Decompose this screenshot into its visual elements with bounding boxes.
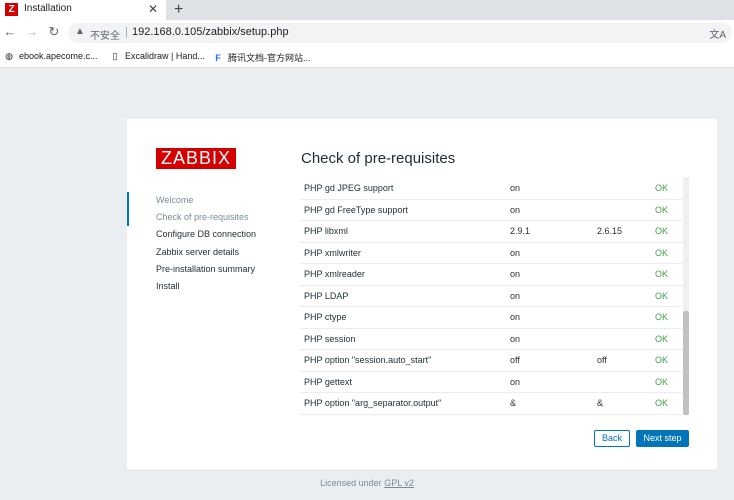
table-row: PHP ctype on OK xyxy=(299,307,689,329)
table-row: PHP gettext on OK xyxy=(299,372,689,393)
step-install: Install xyxy=(156,280,180,291)
next-step-button[interactable]: Next step xyxy=(636,430,689,447)
req-current: off xyxy=(510,355,520,365)
browser-tabstrip: Z Installation ✕ + xyxy=(0,0,734,20)
req-status: OK xyxy=(655,398,669,408)
req-current: on xyxy=(510,183,521,193)
req-name: PHP gd JPEG support xyxy=(304,183,394,193)
bookmark-ebook[interactable]: ◍ ebook.apecome.c... xyxy=(4,51,98,61)
req-status: OK xyxy=(655,355,669,365)
table-row: PHP xmlreader on OK xyxy=(299,264,689,286)
req-current: on xyxy=(510,247,521,258)
req-status: OK xyxy=(655,290,669,301)
bookmark-excalidraw[interactable]: ▯ Excalidraw | Hand... xyxy=(110,51,205,61)
globe-icon: ◍ xyxy=(5,51,13,61)
req-name: PHP libxml xyxy=(304,226,348,236)
req-status: OK xyxy=(655,312,669,322)
req-name: PHP xmlreader xyxy=(304,269,365,279)
tencent-docs-icon: F xyxy=(215,52,221,63)
table-row: PHP session on OK xyxy=(299,329,689,350)
req-name: PHP gettext xyxy=(304,376,352,387)
step-pre-install-summary: Pre-installation summary xyxy=(156,263,256,274)
req-status: OK xyxy=(655,376,669,387)
req-current: on xyxy=(510,269,521,279)
address-separator: | xyxy=(125,26,128,38)
excalidraw-icon: ▯ xyxy=(112,51,118,61)
browser-toolbar: ← → ↻ ▲ 不安全 | 192.168.0.105/zabbix/setup… xyxy=(0,20,734,46)
req-current: 2.9.1 xyxy=(510,226,531,236)
bookmark-label: Excalidraw | Hand... xyxy=(125,51,205,61)
setup-steps: Welcome Check of pre-requisites Configur… xyxy=(127,192,267,295)
req-name: PHP ctype xyxy=(304,312,347,322)
req-name: PHP option "session.auto_start" xyxy=(304,355,432,365)
zabbix-favicon-icon: Z xyxy=(5,3,18,16)
new-tab-icon[interactable]: + xyxy=(174,0,183,20)
bookmarks-bar: ◍ ebook.apecome.c... ▯ Excalidraw | Hand… xyxy=(0,46,734,68)
translate-icon[interactable]: 文A xyxy=(709,26,726,41)
req-current: & xyxy=(510,398,517,408)
table-row: PHP gd FreeType support on OK xyxy=(299,200,689,221)
req-required: 2.6.15 xyxy=(597,226,623,236)
requirements-table[interactable]: PHP gd JPEG support on OK PHP gd FreeTyp… xyxy=(299,178,689,415)
insecure-label[interactable]: 不安全 xyxy=(90,27,120,42)
req-required: off xyxy=(597,355,607,365)
browser-tab[interactable]: Z Installation ✕ xyxy=(0,0,166,20)
table-row: PHP option "arg_separator.output" & & OK xyxy=(299,393,689,415)
req-name: PHP session xyxy=(304,333,356,344)
bookmark-tencent-docs[interactable]: F 腾讯文档-官方网站... xyxy=(213,51,311,64)
page-title: Check of pre-requisites xyxy=(301,150,456,167)
table-row: PHP xmlwriter on OK xyxy=(299,243,689,264)
step-server-details: Zabbix server details xyxy=(156,246,240,257)
back-arrow-icon[interactable]: ← xyxy=(2,24,18,39)
close-tab-icon[interactable]: ✕ xyxy=(148,2,158,16)
table-row: PHP option "session.auto_start" off off … xyxy=(299,350,689,372)
req-status: OK xyxy=(655,183,669,193)
req-current: on xyxy=(510,312,521,322)
req-current: on xyxy=(510,376,521,387)
bookmark-label: 腾讯文档-官方网站... xyxy=(228,53,311,63)
req-status: OK xyxy=(655,247,669,258)
req-current: on xyxy=(510,290,521,301)
req-status: OK xyxy=(655,226,669,236)
req-status: OK xyxy=(655,269,669,279)
req-required: & xyxy=(597,398,604,408)
back-button[interactable]: Back xyxy=(594,430,630,447)
tab-title: Installation xyxy=(24,3,72,14)
reload-icon[interactable]: ↻ xyxy=(46,24,62,40)
forward-arrow-icon[interactable]: → xyxy=(24,24,40,39)
warning-icon[interactable]: ▲ xyxy=(75,26,85,37)
step-check-prerequisites: Check of pre-requisites xyxy=(156,212,249,223)
req-status: OK xyxy=(655,333,669,344)
url-text[interactable]: 192.168.0.105/zabbix/setup.php xyxy=(132,26,289,38)
setup-card: ZABBIX Check of pre-requisites Welcome C… xyxy=(127,119,717,469)
req-status: OK xyxy=(655,204,669,215)
scrollbar-thumb[interactable] xyxy=(683,311,689,415)
table-row: PHP LDAP on OK xyxy=(299,286,689,307)
step-configure-db: Configure DB connection xyxy=(156,229,257,240)
zabbix-logo: ZABBIX xyxy=(156,148,236,169)
table-row: PHP libxml 2.9.1 2.6.15 OK xyxy=(299,221,689,243)
gpl-license-link[interactable]: GPL v2 xyxy=(384,478,414,488)
req-name: PHP gd FreeType support xyxy=(304,204,408,215)
address-bar[interactable]: ▲ 不安全 | 192.168.0.105/zabbix/setup.php 文… xyxy=(68,23,732,43)
footer: Licensed under GPL v2 xyxy=(0,478,734,488)
req-name: PHP option "arg_separator.output" xyxy=(304,398,442,408)
table-row: PHP gd JPEG support on OK xyxy=(299,178,689,200)
license-text: Licensed under xyxy=(320,478,382,488)
req-name: PHP xmlwriter xyxy=(304,247,361,258)
step-welcome: Welcome xyxy=(127,192,267,227)
bookmark-label: ebook.apecome.c... xyxy=(19,51,98,61)
req-current: on xyxy=(510,333,521,344)
req-current: on xyxy=(510,204,521,215)
req-name: PHP LDAP xyxy=(304,290,349,301)
